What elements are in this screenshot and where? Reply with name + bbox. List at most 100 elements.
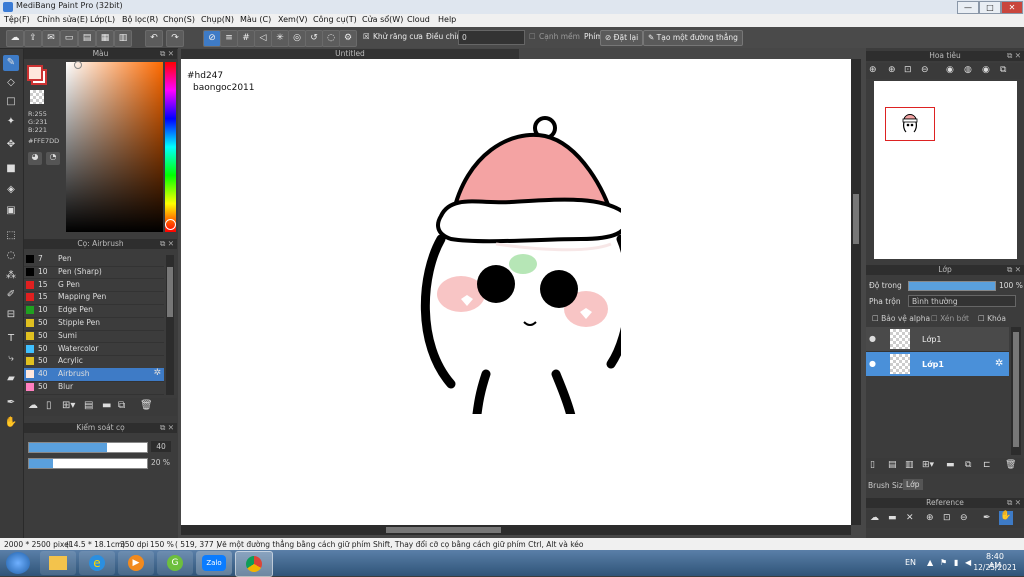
- panel-close-icon[interactable]: ⧉ ✕: [1007, 51, 1021, 61]
- brush-item[interactable]: 15 Mapping Pen: [24, 291, 164, 305]
- reference-fit-icon[interactable]: ⊡: [943, 513, 951, 523]
- parallel-snap-icon[interactable]: ≡: [220, 30, 238, 47]
- tab-layer[interactable]: Lớp: [903, 479, 923, 490]
- delete-layer-icon[interactable]: 🗑: [1005, 460, 1016, 470]
- reference-zoom-out-icon[interactable]: ⊖: [960, 513, 968, 523]
- redo-icon[interactable]: ↷: [166, 30, 184, 47]
- canvas-hscrollbar[interactable]: [181, 525, 851, 535]
- navigator-preview[interactable]: [874, 81, 1017, 259]
- blend-mode-dropdown[interactable]: Bình thường: [908, 295, 1016, 307]
- zalo-taskbar-icon[interactable]: Zalo: [196, 551, 232, 575]
- close-button[interactable]: ✕: [1001, 1, 1023, 14]
- reference-cloud-icon[interactable]: ☁: [870, 513, 879, 523]
- radial-snap-icon[interactable]: ✳: [271, 30, 289, 47]
- select-eraser-icon[interactable]: ⊟: [3, 307, 19, 323]
- palette-add-icon[interactable]: ◔: [46, 152, 60, 165]
- palette-icon[interactable]: ◕: [28, 152, 42, 165]
- undo-icon[interactable]: ↶: [145, 30, 163, 47]
- menu-window[interactable]: Cửa sổ(W): [362, 15, 403, 24]
- maximize-button[interactable]: □: [979, 1, 1001, 14]
- magic-wand-icon[interactable]: ⁂: [3, 268, 19, 284]
- eyedropper-tool-icon[interactable]: ✒: [3, 395, 19, 411]
- chat-icon[interactable]: ▭: [60, 30, 78, 47]
- reference-hand-icon[interactable]: ✋: [999, 511, 1013, 525]
- layer-opacity-slider[interactable]: [908, 281, 996, 291]
- upload-icon[interactable]: ⇪: [24, 30, 42, 47]
- adjust-dropdown[interactable]: 0: [458, 30, 525, 45]
- rotate-right-icon[interactable]: ◉: [982, 65, 990, 75]
- soft-edge-checkbox[interactable]: ☐: [529, 32, 536, 41]
- perspective-snap-icon[interactable]: ◁: [254, 30, 272, 47]
- eraser-tool-icon[interactable]: ◇: [3, 75, 19, 91]
- zoom-out-icon[interactable]: ⊖: [921, 65, 929, 75]
- reference-eyedropper-icon[interactable]: ✒: [983, 513, 991, 523]
- duplicate-layer-icon[interactable]: ⧉: [965, 460, 971, 470]
- move-tool-icon[interactable]: ✥: [3, 137, 19, 153]
- brush-item[interactable]: 10 Edge Pen: [24, 304, 164, 318]
- folder-icon[interactable]: ▬: [102, 400, 111, 411]
- brush-list-scrollbar[interactable]: [166, 255, 174, 395]
- layer-row[interactable]: ● Lớp1: [866, 327, 1009, 352]
- comment-icon[interactable]: ✉: [42, 30, 60, 47]
- tray-arrow-icon[interactable]: ▲: [927, 558, 933, 567]
- brush-item[interactable]: 50 Sumi: [24, 330, 164, 344]
- menu-help[interactable]: Help: [438, 15, 456, 24]
- divide-tool-icon[interactable]: ▰: [3, 371, 19, 387]
- flip-icon[interactable]: ⧉: [1000, 65, 1006, 75]
- layer-scrollbar[interactable]: [1011, 327, 1021, 455]
- size-value[interactable]: 40: [151, 441, 171, 452]
- grid-snap-icon[interactable]: #: [237, 30, 255, 47]
- sv-cursor[interactable]: [74, 61, 82, 69]
- new-layer-icon[interactable]: ▯: [870, 460, 875, 470]
- lock-checkbox[interactable]: ☐ Khóa: [978, 314, 1006, 323]
- layout-icon[interactable]: ▥: [114, 30, 132, 47]
- transparent-swatch[interactable]: [30, 90, 44, 104]
- add-layer-menu-icon[interactable]: ⊞▾: [922, 460, 934, 470]
- brush-properties-icon[interactable]: ▤: [84, 400, 93, 411]
- menu-tools[interactable]: Công cụ(T): [313, 15, 357, 24]
- menu-view[interactable]: Xem(V): [278, 15, 308, 24]
- eye-icon[interactable]: ●: [869, 334, 876, 343]
- brush-item[interactable]: 40 Airbrush ✲: [24, 368, 164, 382]
- menu-edit[interactable]: Chỉnh sửa(E): [37, 15, 88, 24]
- settings-snap-icon[interactable]: ⚙: [339, 30, 357, 47]
- select-tool-icon[interactable]: ⬚: [3, 228, 19, 244]
- hand-tool-icon[interactable]: ✋: [3, 415, 19, 431]
- clock-date[interactable]: 12/25/2021: [973, 563, 1017, 572]
- menu-filter[interactable]: Bộ lọc(R): [122, 15, 158, 24]
- panel-close-icon[interactable]: ⧉ ✕: [1007, 265, 1021, 275]
- explorer-taskbar-icon[interactable]: [40, 551, 76, 575]
- protect-alpha-checkbox[interactable]: ☐ Bảo vệ alpha: [872, 314, 930, 323]
- zoom-fit-icon[interactable]: ⊡: [904, 65, 912, 75]
- rotate-reset-icon[interactable]: ◍: [964, 65, 972, 75]
- brush-item[interactable]: 15 G Pen: [24, 279, 164, 293]
- language-indicator[interactable]: EN: [905, 558, 916, 567]
- antialias-checkbox[interactable]: ☒: [363, 32, 370, 41]
- cloud-download-icon[interactable]: ☁: [28, 400, 38, 411]
- panel-close-icon[interactable]: ⧉ ✕: [160, 423, 174, 433]
- menu-color[interactable]: Màu (C): [240, 15, 271, 24]
- select-pen-icon[interactable]: ✐: [3, 287, 19, 303]
- hue-slider[interactable]: [165, 62, 176, 232]
- lasso-tool-icon[interactable]: ◌: [3, 248, 19, 264]
- create-line-button[interactable]: ✎ Tạo một đường thẳng: [643, 30, 743, 46]
- brush-item[interactable]: 50 Blur: [24, 381, 164, 395]
- brush-tool-icon[interactable]: ✎: [3, 55, 19, 71]
- menu-cloud[interactable]: Cloud: [407, 15, 430, 24]
- snap-off-icon[interactable]: ⊘: [203, 30, 221, 47]
- cloud-icon[interactable]: ☁: [6, 30, 24, 47]
- zoom-icon[interactable]: ⊕: [869, 65, 877, 75]
- brush-item[interactable]: 50 Acrylic: [24, 355, 164, 369]
- circle-snap-icon[interactable]: ◎: [288, 30, 306, 47]
- document-tab[interactable]: Untitled: [181, 49, 519, 59]
- panel-close-icon[interactable]: ⧉ ✕: [160, 239, 174, 249]
- brush-settings-icon[interactable]: ✲: [153, 368, 161, 378]
- bucket-tool-icon[interactable]: ◈: [3, 182, 19, 198]
- brush-item[interactable]: 10 Pen (Sharp): [24, 266, 164, 280]
- drawing-canvas[interactable]: #hd247 baongoc2011: [181, 59, 851, 525]
- operation-tool-icon[interactable]: ⤷: [3, 351, 19, 367]
- layer-settings-icon[interactable]: ✲: [995, 358, 1003, 369]
- saturation-value-picker[interactable]: [66, 62, 163, 232]
- hscroll-thumb[interactable]: [386, 527, 501, 533]
- flag-icon[interactable]: ⚑: [940, 558, 947, 567]
